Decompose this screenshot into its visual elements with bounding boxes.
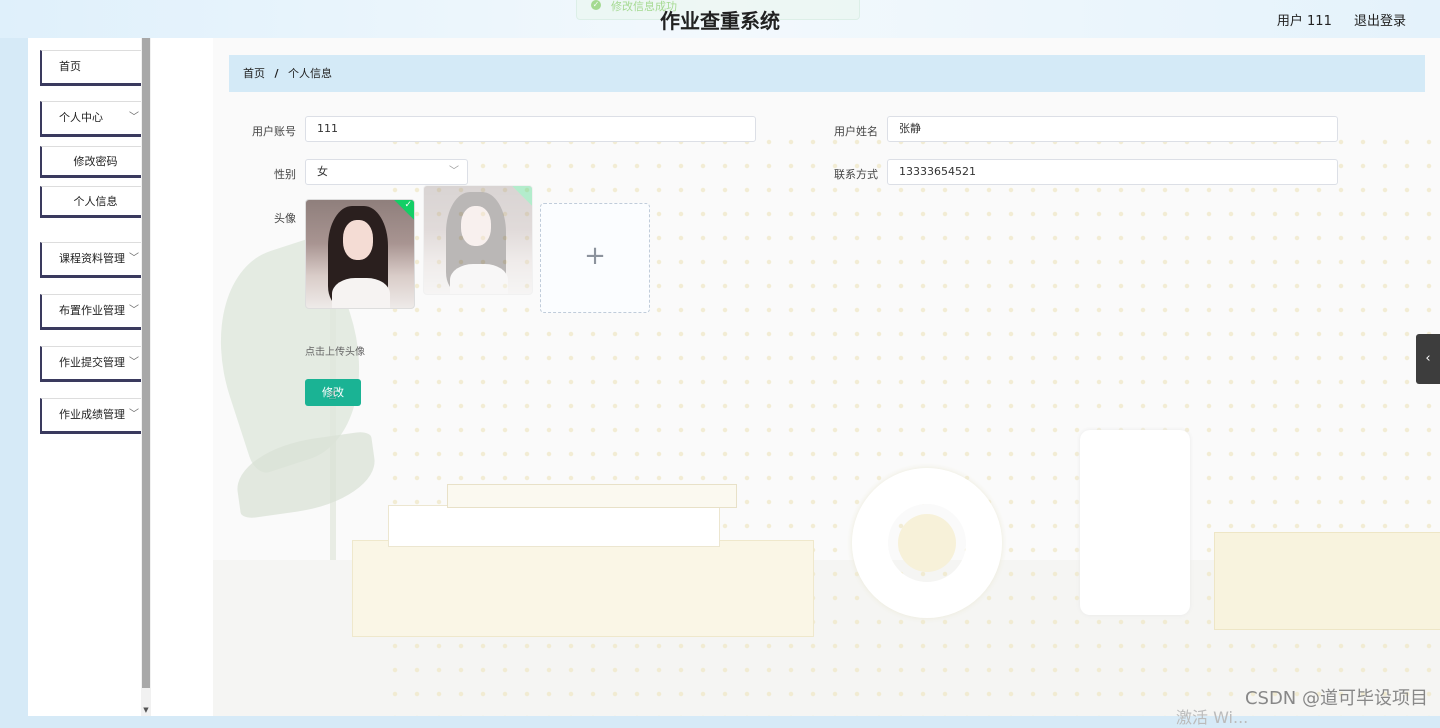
app-title: 作业查重系统 <box>660 9 780 33</box>
sidebar-item-homework-grades[interactable]: 作业成绩管理 ﹀ <box>40 398 152 434</box>
chevron-down-icon: ﹀ <box>129 409 139 420</box>
sidebar-item-homework-submission[interactable]: 作业提交管理 ﹀ <box>40 346 152 382</box>
sidebar-item-label: 作业成绩管理 <box>59 408 125 421</box>
breadcrumb-home[interactable]: 首页 <box>243 67 265 80</box>
chevron-down-icon: ﹀ <box>129 357 139 368</box>
box-decoration <box>352 540 814 637</box>
sidebar-item-label: 作业提交管理 <box>59 356 125 369</box>
chevron-down-icon: ﹀ <box>129 112 139 123</box>
sidebar-item-label: 个人中心 <box>59 111 103 124</box>
avatar-image-dragging <box>423 185 533 295</box>
activate-windows-text: 激活 Wi... <box>1176 708 1249 727</box>
account-field[interactable]: 111 <box>305 116 756 142</box>
sidebar-scrollbar[interactable]: ▼ <box>141 38 151 716</box>
scroll-down-arrow-icon[interactable]: ▼ <box>141 706 151 716</box>
avatar-image[interactable]: ✓ <box>305 199 415 309</box>
watermark: CSDN @道可毕设项目 <box>1244 688 1428 709</box>
logout-link[interactable]: 退出登录 <box>1354 14 1406 29</box>
panel-toggle-button[interactable]: ‹ <box>1416 334 1440 384</box>
gender-label: 性别 <box>274 168 296 181</box>
hand-cursor-icon: ☝ <box>328 387 337 403</box>
sidebar-item-course-materials[interactable]: 课程资料管理 ﹀ <box>40 242 152 278</box>
contact-value: 13333654521 <box>899 165 976 178</box>
account-label: 用户账号 <box>252 125 296 138</box>
sidebar-item-personal-center[interactable]: 个人中心 ﹀ <box>40 101 152 137</box>
top-bar: ✓ 修改信息成功 作业查重系统 用户 111 退出登录 <box>0 0 1440 38</box>
sidebar-item-label: 课程资料管理 <box>59 252 125 265</box>
chevron-left-icon: ‹ <box>1425 351 1431 366</box>
breadcrumb: 首页 / 个人信息 <box>229 55 1425 92</box>
sidebar-item-label: 布置作业管理 <box>59 304 125 317</box>
ring-decoration-inner <box>898 514 956 572</box>
sidebar-item-assign-homework[interactable]: 布置作业管理 ﹀ <box>40 294 152 330</box>
sidebar-edge <box>0 38 28 716</box>
sidebar-subitem-label: 修改密码 <box>73 155 118 168</box>
sidebar-item-label: 首页 <box>59 60 81 73</box>
box-decoration <box>388 505 720 547</box>
breadcrumb-separator: / <box>274 67 279 80</box>
plus-icon: + <box>584 241 606 271</box>
user-area: 用户 111 退出登录 <box>1259 10 1406 29</box>
scrollbar-thumb[interactable] <box>142 38 150 688</box>
user-label: 用户 111 <box>1276 14 1332 29</box>
upload-hint: 点击上传头像 <box>305 347 365 358</box>
name-field[interactable]: 张静 <box>887 116 1338 142</box>
box-decoration <box>447 484 737 508</box>
sidebar: 首页 个人中心 ﹀ 修改密码 个人信息 课程资料管理 ﹀ 布置作业管理 ﹀ 作业… <box>28 38 152 716</box>
account-value: 111 <box>317 122 338 135</box>
cylinder-decoration <box>1080 430 1190 615</box>
sidebar-item-home[interactable]: 首页 <box>40 50 152 86</box>
sidebar-subitem-personal-info[interactable]: 个人信息 <box>40 186 152 218</box>
check-icon: ✓ <box>404 200 412 210</box>
chevron-down-icon: ﹀ <box>129 253 139 264</box>
sidebar-subitem-change-password[interactable]: 修改密码 <box>40 146 152 178</box>
name-label: 用户姓名 <box>834 125 878 138</box>
chevron-down-icon: ﹀ <box>129 305 139 316</box>
chevron-down-icon: ﹀ <box>449 166 459 177</box>
breadcrumb-current: 个人信息 <box>288 67 333 80</box>
sidebar-subitem-label: 个人信息 <box>73 195 118 208</box>
block-decoration <box>1214 532 1440 630</box>
name-value: 张静 <box>899 122 921 135</box>
avatar-label: 头像 <box>274 212 296 225</box>
contact-label: 联系方式 <box>834 168 878 181</box>
gender-select[interactable]: 女 ﹀ <box>305 159 468 185</box>
avatar-upload-button[interactable]: + <box>540 203 650 313</box>
contact-field[interactable]: 13333654521 <box>887 159 1338 185</box>
gender-value: 女 <box>317 165 328 178</box>
